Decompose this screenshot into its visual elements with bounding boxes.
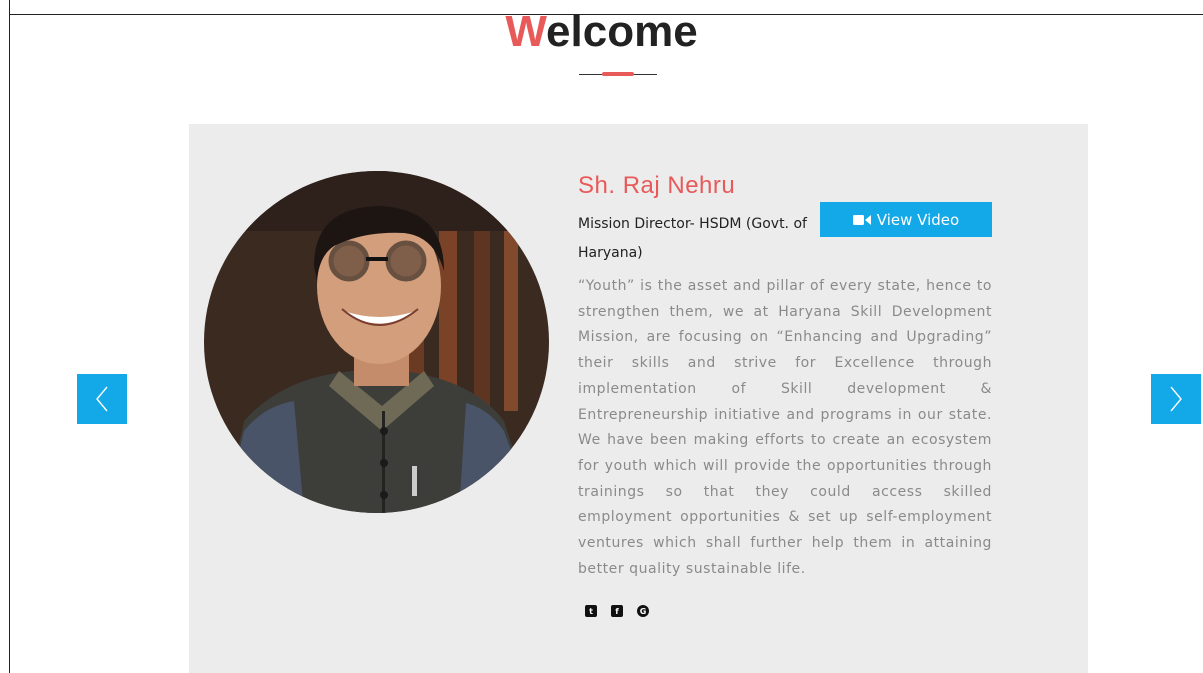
facebook-icon[interactable]: f	[611, 605, 623, 617]
page-title-rest: elcome	[546, 7, 698, 56]
page-title: Welcome	[0, 10, 1203, 54]
testimonial-card: Sh. Raj Nehru Mission Director- HSDM (Go…	[189, 124, 1088, 673]
director-message: “Youth” is the asset and pillar of every…	[578, 278, 992, 577]
profile-name: Sh. Raj Nehru	[578, 172, 736, 199]
social-links: t f G	[585, 605, 649, 617]
title-divider-accent	[602, 72, 634, 76]
view-video-button[interactable]: View Video	[820, 202, 992, 237]
page-frame-left	[9, 0, 10, 673]
view-video-label: View Video	[876, 210, 960, 229]
profile-role: Mission Director- HSDM (Govt. of Haryana…	[578, 216, 807, 261]
page-title-initial: W	[505, 7, 547, 56]
carousel-prev-button[interactable]	[77, 374, 127, 424]
chevron-left-icon	[96, 386, 108, 412]
google-plus-icon[interactable]: G	[637, 605, 649, 617]
profile-photo	[204, 171, 549, 513]
chevron-right-icon	[1170, 386, 1182, 412]
video-camera-icon	[852, 214, 871, 225]
twitter-icon[interactable]: t	[585, 605, 597, 617]
carousel-next-button[interactable]	[1151, 374, 1201, 424]
